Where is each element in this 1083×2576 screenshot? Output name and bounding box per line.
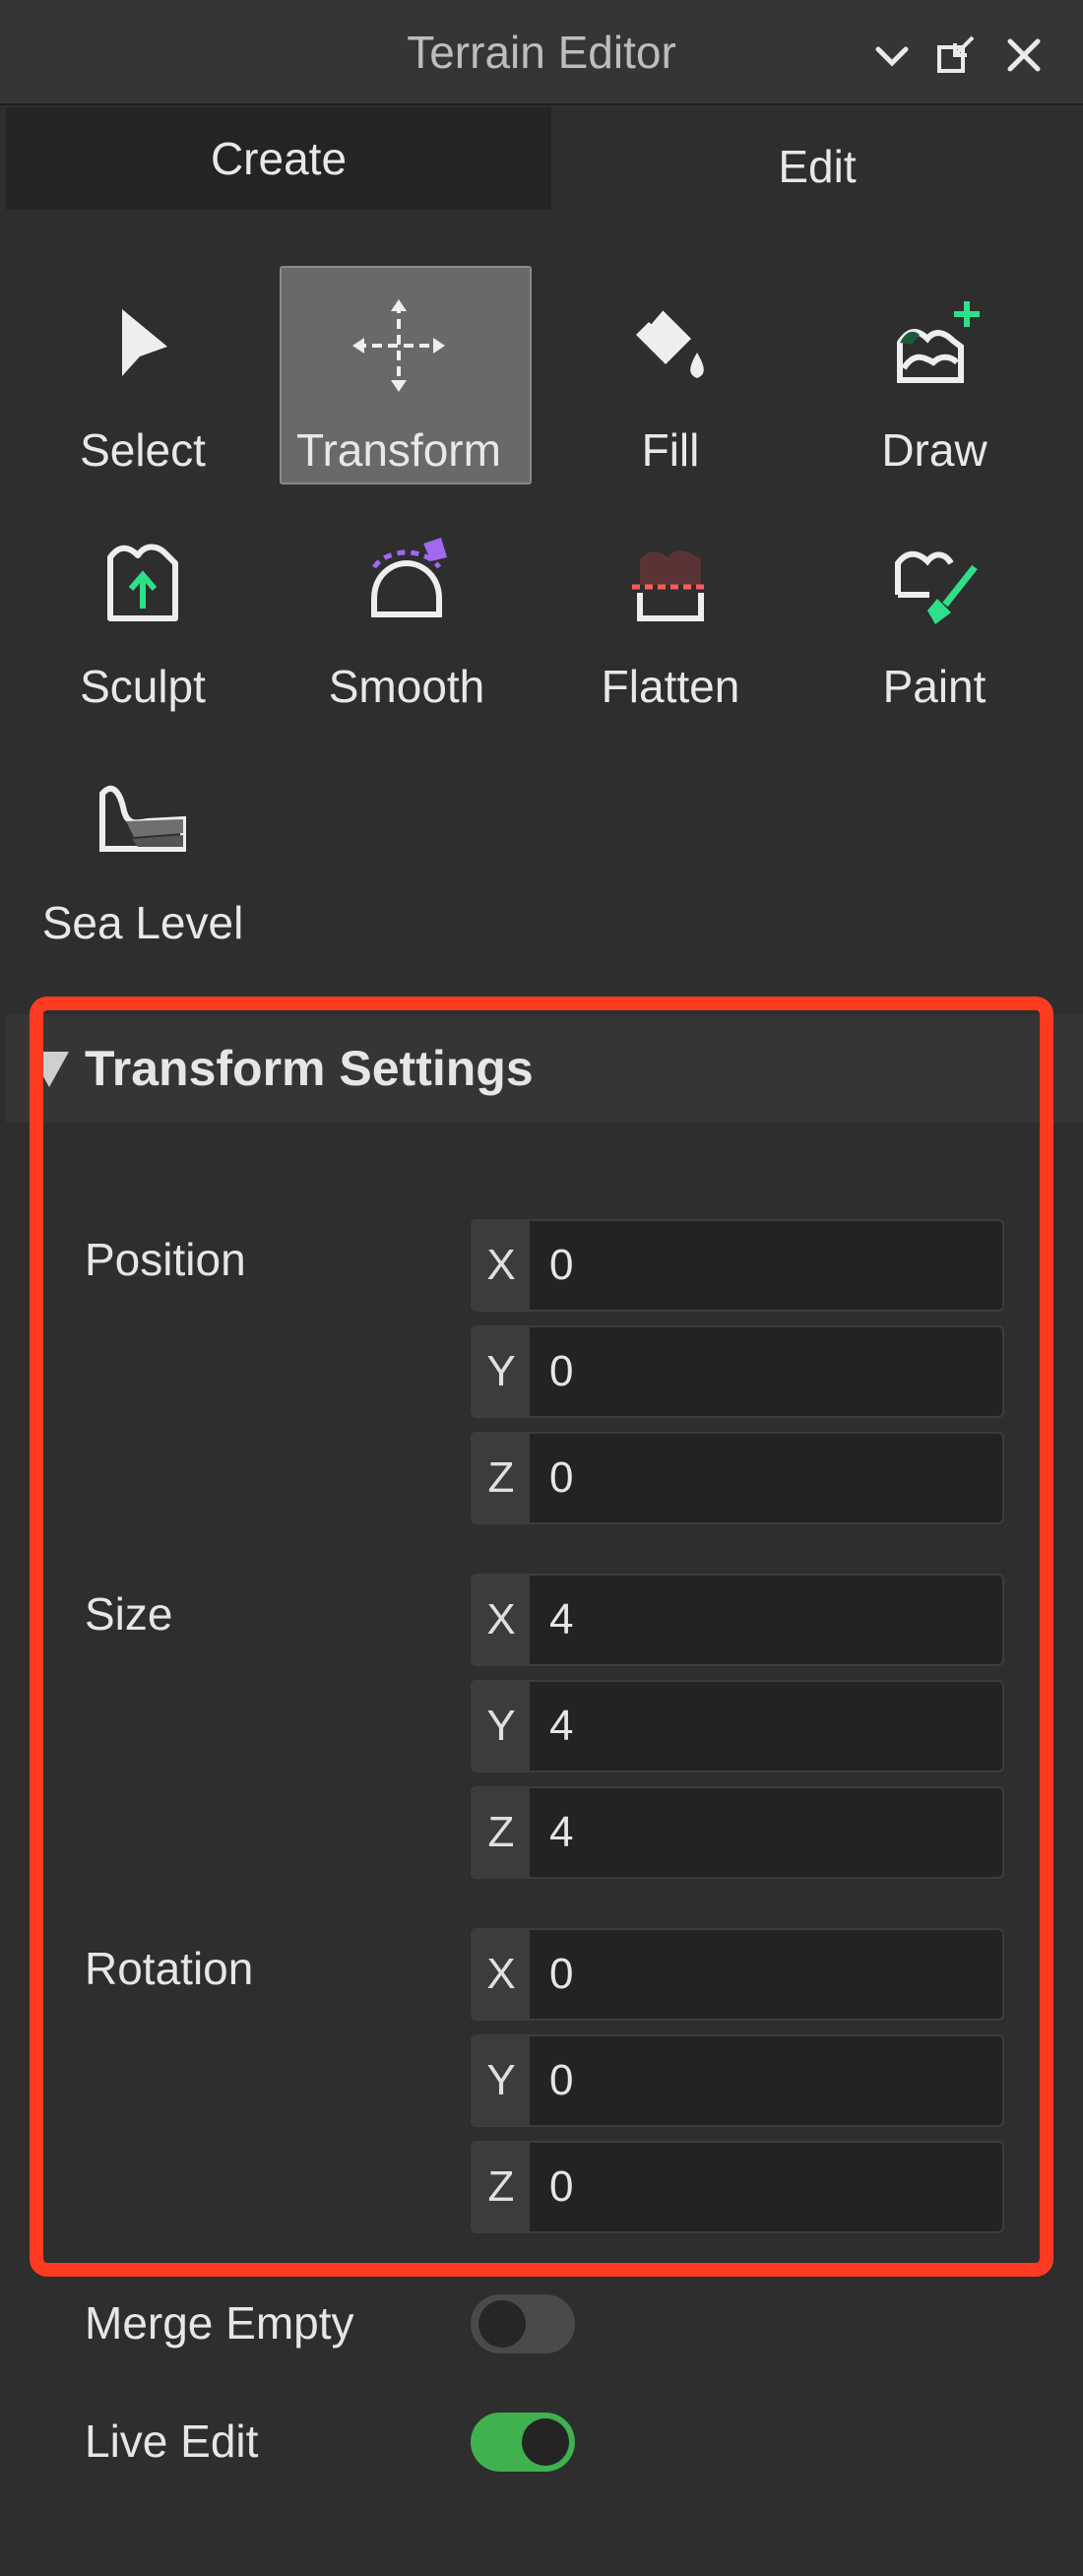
axis-x-label: X [473,1930,530,2019]
section-title: Transform Settings [85,1041,534,1096]
size-label: Size [85,1588,173,1640]
size-x-field[interactable]: X 4 [471,1574,1004,1666]
rotation-x-field[interactable]: X 0 [471,1928,1004,2021]
axis-z-label: Z [473,1788,530,1877]
undock-icon[interactable] [931,30,983,81]
axis-y-label: Y [473,1682,530,1771]
draw-terrain-icon [807,282,1061,410]
tool-label: Sculpt [80,661,206,712]
sea-level-icon [16,754,270,882]
tool-draw[interactable]: Draw [807,266,1061,484]
tool-flatten[interactable]: Flatten [543,502,797,721]
rotation-y-value[interactable]: 0 [549,2036,573,2125]
rotation-z-field[interactable]: Z 0 [471,2141,1004,2233]
axis-y-label: Y [473,2036,530,2125]
position-x-field[interactable]: X 0 [471,1219,1004,1312]
position-z-field[interactable]: Z 0 [471,1432,1004,1524]
chevron-down-icon[interactable] [866,30,918,81]
paint-bucket-icon [543,282,797,410]
rotation-y-field[interactable]: Y 0 [471,2034,1004,2127]
position-z-value[interactable]: 0 [549,1434,573,1522]
position-x-value[interactable]: 0 [549,1221,573,1310]
tool-select[interactable]: Select [16,266,270,484]
tab-bar: Create Edit [0,105,1083,214]
paint-brush-icon [807,518,1061,646]
title-bar: Terrain Editor [0,0,1083,105]
live-edit-toggle[interactable] [471,2413,575,2472]
tool-label: Draw [881,424,987,476]
size-x-value[interactable]: 4 [549,1576,573,1664]
sculpt-icon [16,518,270,646]
tab-edit[interactable]: Edit [551,105,1083,214]
close-icon[interactable] [998,30,1050,81]
size-z-value[interactable]: 4 [549,1788,573,1877]
axis-x-label: X [473,1576,530,1664]
tool-sculpt[interactable]: Sculpt [16,502,270,721]
tool-label: Select [80,424,206,476]
size-y-field[interactable]: Y 4 [471,1680,1004,1772]
transform-settings-header[interactable]: Transform Settings [6,1014,1083,1123]
rotation-z-value[interactable]: 0 [549,2143,573,2231]
size-y-value[interactable]: 4 [549,1682,573,1771]
position-label: Position [85,1234,246,1285]
rotation-x-value[interactable]: 0 [549,1930,573,2019]
tool-label: Sea Level [41,897,244,948]
tool-label: Flatten [601,661,740,712]
move-arrows-icon [272,282,526,410]
smooth-icon [280,518,534,646]
toggle-knob [478,2300,526,2348]
tool-label: Smooth [328,661,485,712]
axis-z-label: Z [473,2143,530,2231]
tab-create[interactable]: Create [6,107,551,210]
tool-fill[interactable]: Fill [543,266,797,484]
axis-x-label: X [473,1221,530,1310]
tool-transform[interactable]: Transform [272,266,532,484]
rotation-label: Rotation [85,1943,254,1994]
tool-paint[interactable]: Paint [807,502,1061,721]
axis-y-label: Y [473,1327,530,1416]
position-y-field[interactable]: Y 0 [471,1325,1004,1418]
tool-label: Fill [641,424,700,476]
tool-label: Transform [296,424,501,476]
tool-sea-level[interactable]: Sea Level [16,739,270,957]
position-y-value[interactable]: 0 [549,1327,573,1416]
tool-label: Paint [882,661,987,712]
window-title: Terrain Editor [407,27,676,78]
terrain-editor-panel: Terrain Editor Create Edit Select Transf… [0,0,1083,2576]
size-z-field[interactable]: Z 4 [471,1786,1004,1879]
merge-empty-label: Merge Empty [85,2297,354,2349]
merge-empty-toggle[interactable] [471,2294,575,2353]
axis-z-label: Z [473,1434,530,1522]
tool-smooth[interactable]: Smooth [280,502,534,721]
live-edit-label: Live Edit [85,2415,259,2467]
cursor-arrow-icon [16,282,270,410]
toggle-knob [522,2418,569,2466]
flatten-icon [543,518,797,646]
collapse-triangle-icon[interactable] [30,1052,69,1087]
